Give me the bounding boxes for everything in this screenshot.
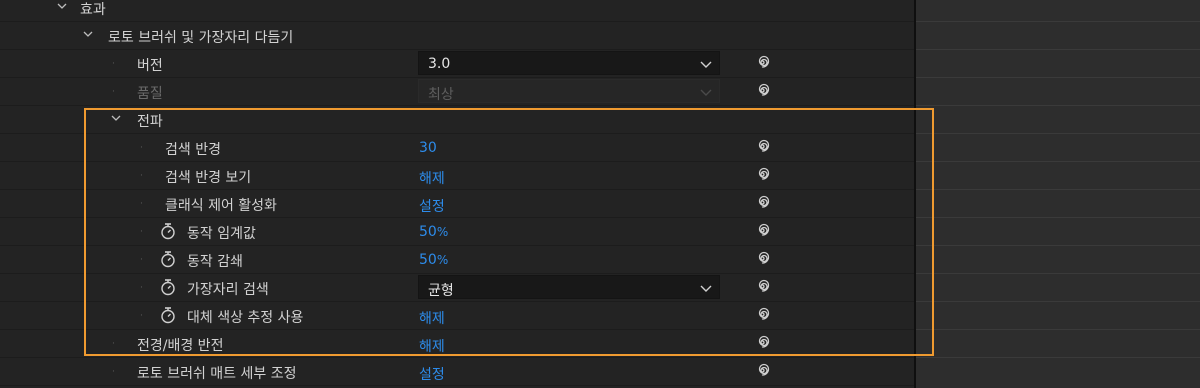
reset-spiral-icon[interactable] <box>754 278 771 295</box>
property-row-motion-damping: · 동작 감쇄 50% <box>0 246 914 274</box>
invert-fg-bg-label: 전경/배경 반전 <box>137 338 224 354</box>
quality-label: 품질 <box>137 86 163 102</box>
chevron-down-icon[interactable] <box>54 0 70 15</box>
classic-control-value[interactable]: 설정 <box>419 196 445 216</box>
bullet-dot: · <box>140 171 143 181</box>
reset-spiral-icon[interactable] <box>754 334 771 351</box>
effects-group-label: 효과 <box>80 2 106 18</box>
alt-color-estimation-value[interactable]: 해제 <box>419 308 445 328</box>
bullet-dot: · <box>112 339 115 349</box>
motion-damping-number: 50 <box>419 252 437 268</box>
bullet-dot: · <box>112 59 115 69</box>
motion-threshold-number: 50 <box>419 224 437 240</box>
view-search-radius-value[interactable]: 해제 <box>419 168 445 188</box>
percent-unit: % <box>436 225 449 239</box>
invert-fg-bg-value[interactable]: 해제 <box>419 336 445 356</box>
property-row-version: · 버전 3.0 <box>0 50 914 78</box>
timeline-row-line <box>916 217 1200 218</box>
chevron-down-icon[interactable] <box>108 109 124 127</box>
property-row-fine-tune-matte: · 로토 브러쉬 매트 세부 조정 설정 <box>0 358 914 386</box>
timeline-row-line <box>916 245 1200 246</box>
property-row-motion-threshold: · 동작 임계값 50% <box>0 218 914 246</box>
dropdown-arrow-icon <box>699 57 713 71</box>
edge-detection-dropdown-value: 균형 <box>428 283 454 299</box>
timeline-row-line <box>916 357 1200 358</box>
timeline-row-line <box>916 77 1200 78</box>
reset-spiral-icon[interactable] <box>754 250 771 267</box>
property-row-alt-color-estimation: · 대체 색상 추정 사용 해제 <box>0 302 914 330</box>
quality-dropdown: 최상 <box>418 79 720 103</box>
bullet-dot: · <box>140 227 143 237</box>
timeline-row-line <box>916 105 1200 106</box>
timeline-row-line <box>916 49 1200 50</box>
timeline-row-line <box>916 189 1200 190</box>
property-row-quality: · 품질 최상 <box>0 78 914 106</box>
reset-spiral-icon[interactable] <box>754 82 771 99</box>
effect-header-row: 로토 브러쉬 및 가장자리 다듬기 <box>0 22 914 50</box>
propagation-label: 전파 <box>137 114 163 130</box>
bullet-dot: · <box>140 199 143 209</box>
percent-unit: % <box>436 253 449 267</box>
property-row-invert-fg-bg: · 전경/배경 반전 해제 <box>0 330 914 358</box>
bullet-dot: · <box>140 311 143 321</box>
stopwatch-icon[interactable] <box>160 250 176 268</box>
reset-spiral-icon[interactable] <box>754 222 771 239</box>
bullet-dot: · <box>112 367 115 377</box>
motion-damping-label: 동작 감쇄 <box>187 254 243 270</box>
stopwatch-icon[interactable] <box>160 222 176 240</box>
reset-spiral-icon[interactable] <box>754 166 771 183</box>
view-search-radius-label: 검색 반경 보기 <box>165 170 252 186</box>
dropdown-arrow-icon <box>699 281 713 295</box>
timeline-row-line <box>916 301 1200 302</box>
reset-spiral-icon[interactable] <box>754 306 771 323</box>
stopwatch-icon[interactable] <box>160 278 176 296</box>
version-dropdown-value: 3.0 <box>428 56 451 72</box>
timeline-row-line <box>916 21 1200 22</box>
effect-name-label: 로토 브러쉬 및 가장자리 다듬기 <box>108 30 294 46</box>
timeline-row-line <box>916 273 1200 274</box>
fine-tune-matte-value[interactable]: 설정 <box>419 364 445 384</box>
search-radius-value[interactable]: 30 <box>419 140 437 156</box>
property-row-search-radius: · 검색 반경 30 <box>0 134 914 162</box>
propagation-group-row: 전파 <box>0 106 914 134</box>
version-label: 버전 <box>137 58 163 74</box>
stopwatch-icon[interactable] <box>160 306 176 324</box>
edge-detection-dropdown[interactable]: 균형 <box>418 275 720 299</box>
alt-color-estimation-label: 대체 색상 추정 사용 <box>187 310 304 326</box>
motion-threshold-value[interactable]: 50% <box>419 224 448 240</box>
property-row-edge-detection: · 가장자리 검색 균형 <box>0 274 914 302</box>
effect-controls-panel: 효과 로토 브러쉬 및 가장자리 다듬기 · 버전 3.0 · 품질 최상 전파… <box>0 0 914 388</box>
search-radius-label: 검색 반경 <box>165 142 221 158</box>
bullet-dot: · <box>140 255 143 265</box>
fine-tune-matte-label: 로토 브러쉬 매트 세부 조정 <box>137 366 297 382</box>
reset-spiral-icon[interactable] <box>754 362 771 379</box>
timeline-row-line <box>916 161 1200 162</box>
edge-detection-label: 가장자리 검색 <box>187 282 269 298</box>
property-row-view-search-radius: · 검색 반경 보기 해제 <box>0 162 914 190</box>
timeline-row-line <box>916 329 1200 330</box>
chevron-down-icon[interactable] <box>80 25 96 43</box>
motion-threshold-label: 동작 임계값 <box>187 226 256 242</box>
timeline-row-line <box>916 133 1200 134</box>
effects-group-row: 효과 <box>0 0 914 22</box>
version-dropdown[interactable]: 3.0 <box>418 51 720 75</box>
reset-spiral-icon[interactable] <box>754 194 771 211</box>
property-row-classic-control: · 클래식 제어 활성화 설정 <box>0 190 914 218</box>
quality-dropdown-value: 최상 <box>428 87 454 103</box>
classic-control-label: 클래식 제어 활성화 <box>165 198 277 214</box>
motion-damping-value[interactable]: 50% <box>419 252 448 268</box>
bullet-dot: · <box>112 87 115 97</box>
bullet-dot: · <box>140 143 143 153</box>
bullet-dot: · <box>140 283 143 293</box>
timeline-area[interactable] <box>916 0 1200 388</box>
reset-spiral-icon[interactable] <box>754 54 771 71</box>
reset-spiral-icon[interactable] <box>754 138 771 155</box>
dropdown-arrow-icon <box>699 85 713 99</box>
